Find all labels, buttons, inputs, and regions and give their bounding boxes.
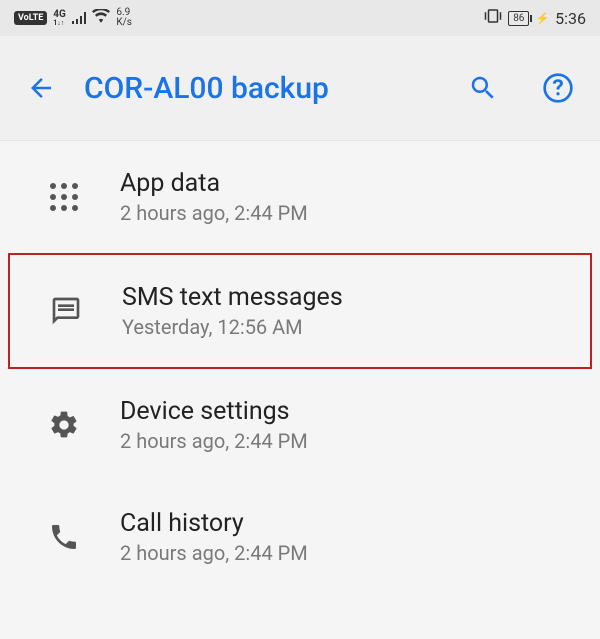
clock: 5:36 — [555, 9, 586, 28]
network-speed: 6.9 K/s — [116, 8, 132, 29]
item-title: Device settings — [120, 397, 592, 427]
volte-badge: VoLTE — [14, 11, 47, 25]
status-left: VoLTE 4G 1↓↑ 6.9 K/s — [14, 8, 132, 29]
item-call-history[interactable]: Call history 2 hours ago, 2:44 PM — [8, 481, 592, 593]
signal-icon — [72, 12, 87, 24]
item-app-data[interactable]: App data 2 hours ago, 2:44 PM — [8, 141, 592, 253]
wifi-icon — [92, 9, 110, 27]
item-title: Call history — [120, 509, 592, 539]
phone-icon — [8, 521, 120, 553]
network-type: 4G 1↓↑ — [53, 10, 66, 27]
network-sub-label: 1↓↑ — [53, 20, 64, 27]
item-subtitle: Yesterday, 12:56 AM — [122, 315, 590, 339]
app-bar: COR-AL00 backup — [0, 36, 600, 141]
item-device-settings[interactable]: Device settings 2 hours ago, 2:44 PM — [8, 369, 592, 481]
status-right: 86 ⚡ 5:36 — [484, 8, 586, 28]
item-sms[interactable]: SMS text messages Yesterday, 12:56 AM — [8, 253, 592, 369]
battery-icon: 86 — [508, 11, 529, 26]
back-button[interactable] — [26, 73, 56, 103]
gear-icon — [8, 409, 120, 441]
item-title: App data — [120, 169, 592, 199]
vibrate-icon — [484, 8, 502, 28]
backup-list: App data 2 hours ago, 2:44 PM SMS text m… — [0, 141, 600, 593]
item-subtitle: 2 hours ago, 2:44 PM — [120, 201, 592, 225]
item-title: SMS text messages — [122, 283, 590, 313]
search-button[interactable] — [468, 73, 498, 103]
help-button[interactable] — [542, 72, 574, 104]
page-title: COR-AL00 backup — [84, 71, 424, 106]
charging-icon: ⚡ — [535, 12, 549, 25]
network-4g-label: 4G — [53, 10, 66, 20]
item-subtitle: 2 hours ago, 2:44 PM — [120, 541, 592, 565]
message-icon — [10, 295, 122, 327]
status-bar: VoLTE 4G 1↓↑ 6.9 K/s 86 ⚡ 5:36 — [0, 0, 600, 36]
apps-icon — [8, 183, 120, 211]
item-subtitle: 2 hours ago, 2:44 PM — [120, 429, 592, 453]
